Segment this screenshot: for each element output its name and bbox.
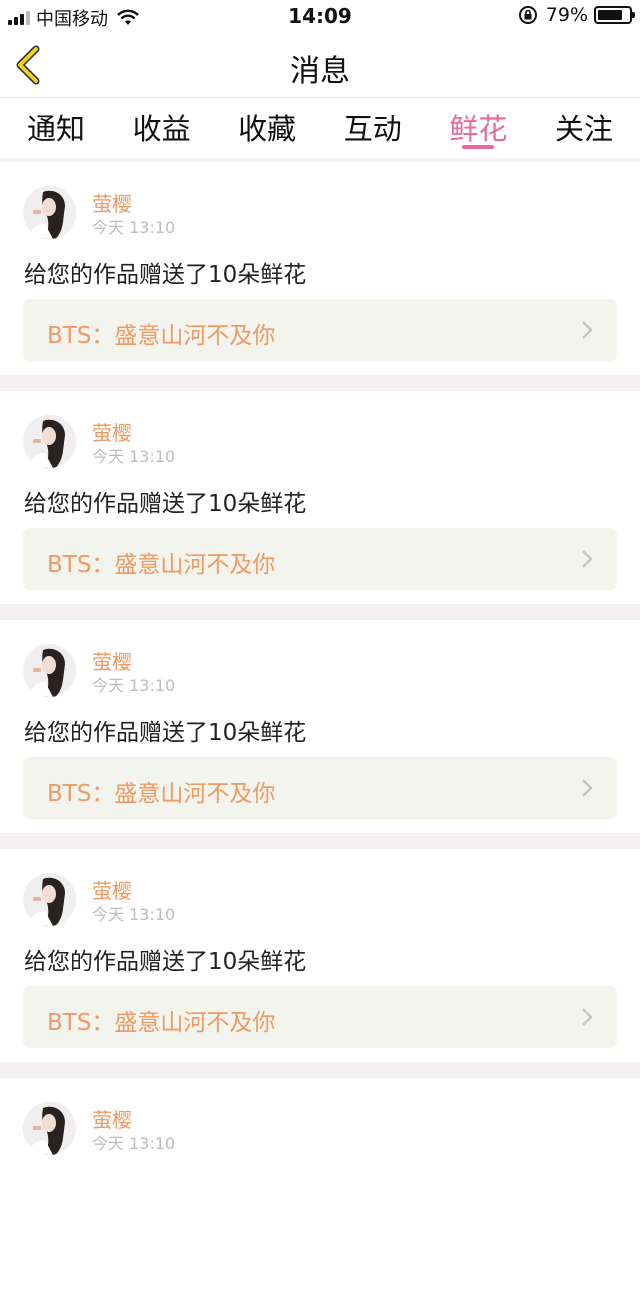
chevron-right-icon	[582, 779, 593, 797]
tab-earnings[interactable]: 收益	[110, 98, 214, 158]
message-time: 今天 13:10	[92, 218, 176, 237]
divider	[0, 604, 640, 620]
message-time: 今天 13:10	[92, 905, 176, 924]
work-link[interactable]: BTS：盛意山河不及你	[23, 528, 617, 590]
message-text: 给您的作品赠送了10朵鲜花	[24, 491, 307, 517]
work-title: BTS：盛意山河不及你	[47, 323, 276, 349]
message-card: 萤樱 今天 13:10 给您的作品赠送了10朵鲜花 BTS：盛意山河不及你	[0, 391, 640, 604]
tab-interactions[interactable]: 互动	[321, 98, 425, 158]
tab-label: 鲜花	[449, 112, 508, 146]
battery-icon	[594, 6, 635, 24]
message-text: 给您的作品赠送了10朵鲜花	[24, 262, 307, 288]
chevron-right-icon	[582, 1008, 593, 1026]
status-bar: 中国移动 14:09 79%	[0, 0, 640, 32]
avatar-image	[23, 873, 76, 926]
tab-notifications[interactable]: 通知	[4, 98, 108, 158]
avatar[interactable]	[23, 644, 76, 697]
work-link[interactable]: BTS：盛意山河不及你	[23, 299, 617, 361]
chevron-right-icon	[582, 321, 593, 339]
message-time: 今天 13:10	[92, 1134, 176, 1153]
avatar[interactable]	[23, 1102, 76, 1155]
avatar[interactable]	[23, 415, 76, 468]
rotation-lock-icon	[518, 6, 537, 24]
message-card: 萤樱 今天 13:10 给您的作品赠送了10朵鲜花 BTS：盛意山河不及你	[0, 849, 640, 1062]
tab-label: 通知	[26, 112, 85, 146]
work-title: BTS：盛意山河不及你	[47, 781, 276, 807]
avatar-image	[23, 415, 76, 468]
tab-label: 收益	[132, 112, 191, 146]
message-list: 萤樱 今天 13:10 给您的作品赠送了10朵鲜花 BTS：盛意山河不及你 萤樱…	[0, 158, 640, 1291]
sender-name[interactable]: 萤樱	[92, 188, 132, 217]
battery-percent: 79%	[545, 4, 588, 26]
sender-name[interactable]: 萤樱	[92, 417, 132, 446]
sender-name[interactable]: 萤樱	[92, 875, 132, 904]
battery-fill	[598, 10, 622, 20]
tab-favorites[interactable]: 收藏	[215, 98, 319, 158]
message-card: 萤樱 今天 13:10 给您的作品赠送了10朵鲜花 BTS：盛意山河不及你	[0, 620, 640, 833]
avatar-image	[23, 644, 76, 697]
message-time: 今天 13:10	[92, 676, 176, 695]
active-tab-indicator	[462, 145, 495, 149]
work-link[interactable]: BTS：盛意山河不及你	[23, 986, 617, 1048]
avatar-image	[23, 1102, 76, 1155]
sender-name[interactable]: 萤樱	[92, 1104, 132, 1133]
work-link[interactable]: BTS：盛意山河不及你	[23, 757, 617, 819]
nav-bar: 消息	[0, 32, 640, 98]
tab-bar: 通知 收益 收藏 互动 鲜花 关注	[0, 98, 640, 158]
divider	[0, 1062, 640, 1078]
tab-label: 互动	[343, 112, 402, 146]
divider	[0, 833, 640, 849]
status-right: 79%	[518, 4, 635, 26]
divider	[0, 375, 640, 391]
tab-flowers[interactable]: 鲜花	[426, 98, 530, 158]
tab-following[interactable]: 关注	[532, 98, 636, 158]
avatar[interactable]	[23, 873, 76, 926]
tab-label: 关注	[554, 112, 613, 146]
chevron-right-icon	[582, 550, 593, 568]
avatar[interactable]	[23, 186, 76, 239]
avatar-image	[23, 186, 76, 239]
work-title: BTS：盛意山河不及你	[47, 552, 276, 578]
message-card: 萤樱 今天 13:10	[0, 1078, 640, 1291]
work-title: BTS：盛意山河不及你	[47, 1010, 276, 1036]
tab-label: 收藏	[238, 112, 297, 146]
message-text: 给您的作品赠送了10朵鲜花	[24, 720, 307, 746]
message-text: 给您的作品赠送了10朵鲜花	[24, 949, 307, 975]
message-time: 今天 13:10	[92, 447, 176, 466]
message-card: 萤樱 今天 13:10 给您的作品赠送了10朵鲜花 BTS：盛意山河不及你	[0, 162, 640, 375]
page-title: 消息	[290, 54, 350, 89]
sender-name[interactable]: 萤樱	[92, 646, 132, 675]
